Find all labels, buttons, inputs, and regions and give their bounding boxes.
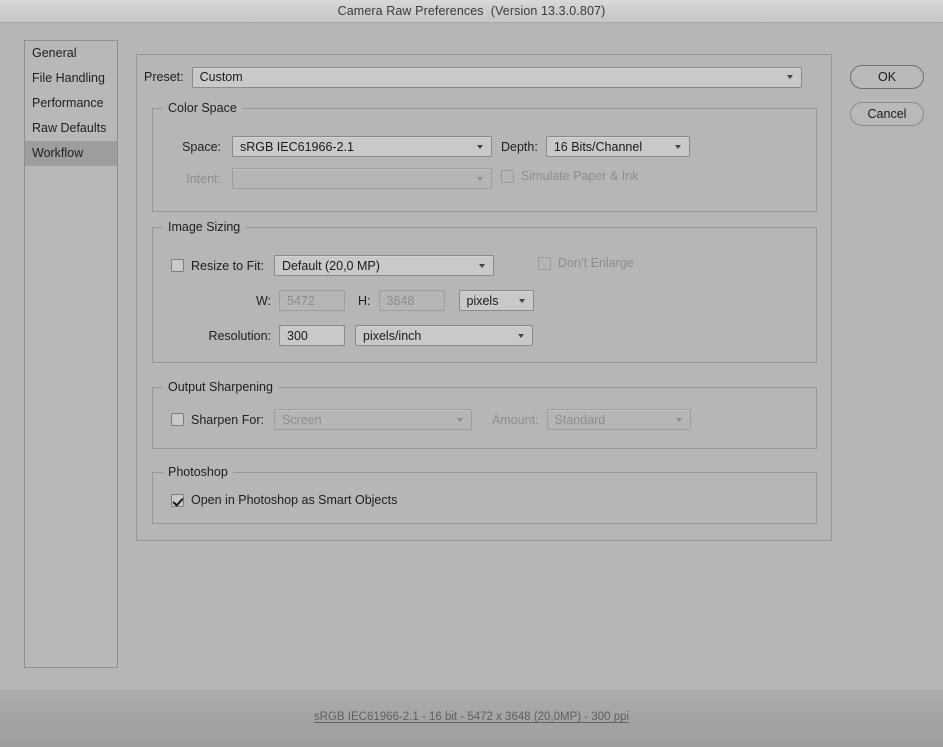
ok-button[interactable]: OK [850,65,924,89]
sidebar-item-performance[interactable]: Performance [25,91,117,116]
sharpen-for-label: Sharpen For: [191,412,264,427]
sidebar-item-general[interactable]: General [25,41,117,66]
sharpen-for-checkbox[interactable] [171,413,184,426]
space-row: Space: sRGB IEC61966-2.1 [169,136,492,157]
depth-label: Depth: [501,139,538,154]
chevron-down-icon [477,144,484,149]
output-sharpening-legend: Output Sharpening [163,380,278,394]
simulate-paper-ink-checkbox [501,169,514,183]
dialog-body: General File Handling Performance Raw De… [0,23,943,690]
preferences-sidebar: General File Handling Performance Raw De… [24,40,118,668]
cancel-button-label: Cancel [867,107,907,121]
color-space-group: Color Space Space: sRGB IEC61966-2.1 Dep… [152,101,817,212]
chevron-down-icon [478,263,486,268]
resize-to-fit-value: Default (20,0 MP) [281,258,380,273]
sidebar-item-file-handling[interactable]: File Handling [25,66,117,91]
size-units-select[interactable]: pixels [458,290,534,311]
dialog-footer: sRGB IEC61966-2.1 - 16 bit - 5472 x 3648… [0,690,943,747]
smart-objects-row: Open in Photoshop as Smart Objects [171,493,397,507]
resize-to-fit-row: Resize to Fit: Default (20,0 MP) [171,255,494,276]
simulate-paper-ink-label: Simulate Paper & Ink [521,169,639,183]
depth-select-value: 16 Bits/Channel [553,139,643,154]
camera-raw-preferences-window: Camera Raw Preferences (Version 13.3.0.8… [0,0,943,747]
width-value: 5472 [287,293,315,308]
photoshop-group: Photoshop Open in Photoshop as Smart Obj… [152,465,817,524]
sidebar-item-raw-defaults[interactable]: Raw Defaults [25,116,117,141]
amount-select: Standard [546,409,691,430]
output-summary-link[interactable]: sRGB IEC61966-2.1 - 16 bit - 5472 x 3648… [0,711,943,723]
sharpen-for-value: Screen [281,412,322,427]
ok-button-label: OK [877,70,897,84]
cancel-button[interactable]: Cancel [850,102,924,126]
preset-select[interactable]: Custom [191,66,802,88]
resolution-value: 300 [287,328,308,343]
smart-objects-label: Open in Photoshop as Smart Objects [191,493,398,507]
dimensions-row: W: 5472 H: 3648 pixels [171,290,534,311]
resize-to-fit-checkbox[interactable] [171,259,184,272]
intent-row: Intent: [169,168,492,189]
photoshop-legend: Photoshop [163,465,233,479]
chevron-down-icon [456,417,464,422]
chevron-down-icon [675,417,683,422]
chevron-down-icon [518,298,526,303]
sharpen-for-row: Sharpen For: Screen Amount: Standard [171,409,691,430]
height-label: H: [358,293,371,308]
color-space-legend: Color Space [163,101,242,115]
size-units-value: pixels [466,293,499,308]
image-sizing-group: Image Sizing Resize to Fit: Default (20,… [152,220,817,363]
chevron-down-icon [518,333,525,338]
resize-to-fit-label: Resize to Fit: [191,258,264,273]
simulate-paper-ink-row: Simulate Paper & Ink [501,169,638,183]
chevron-down-icon [786,75,794,79]
sharpen-for-select: Screen [273,409,472,430]
smart-objects-checkbox[interactable] [171,493,184,507]
width-label: W: [255,293,271,308]
dont-enlarge-label: Don’t Enlarge [558,256,634,270]
preset-select-value: Custom [199,70,243,84]
dont-enlarge-row: Don’t Enlarge [538,256,634,270]
amount-value: Standard [554,412,606,427]
sidebar-item-workflow[interactable]: Workflow [25,141,117,166]
intent-select [232,168,492,189]
window-titlebar: Camera Raw Preferences (Version 13.3.0.8… [0,0,943,23]
chevron-down-icon [674,144,682,149]
space-select[interactable]: sRGB IEC61966-2.1 [232,136,492,157]
intent-label: Intent: [186,171,221,186]
output-sharpening-group: Output Sharpening Sharpen For: Screen Am… [152,380,817,449]
chevron-down-icon [477,176,484,181]
height-value: 3648 [386,293,415,308]
depth-select[interactable]: 16 Bits/Channel [545,136,690,157]
resolution-row: Resolution: 300 pixels/inch [171,325,533,346]
space-label: Space: [182,139,221,154]
dont-enlarge-checkbox [538,256,551,270]
image-sizing-legend: Image Sizing [163,220,246,234]
resize-to-fit-select[interactable]: Default (20,0 MP) [273,255,494,276]
space-select-value: sRGB IEC61966-2.1 [240,139,354,154]
preset-row: Preset: Custom [144,66,822,88]
resolution-units-select[interactable]: pixels/inch [355,325,533,346]
amount-label: Amount: [491,412,539,427]
resolution-input[interactable]: 300 [279,325,345,346]
resolution-units-value: pixels/inch [363,328,422,343]
window-title: Camera Raw Preferences (Version 13.3.0.8… [337,4,606,18]
width-input: 5472 [279,290,345,311]
resolution-label: Resolution: [208,328,271,343]
height-input: 3648 [378,290,445,311]
preset-label: Preset: [144,70,184,84]
depth-row: Depth: 16 Bits/Channel [501,136,690,157]
